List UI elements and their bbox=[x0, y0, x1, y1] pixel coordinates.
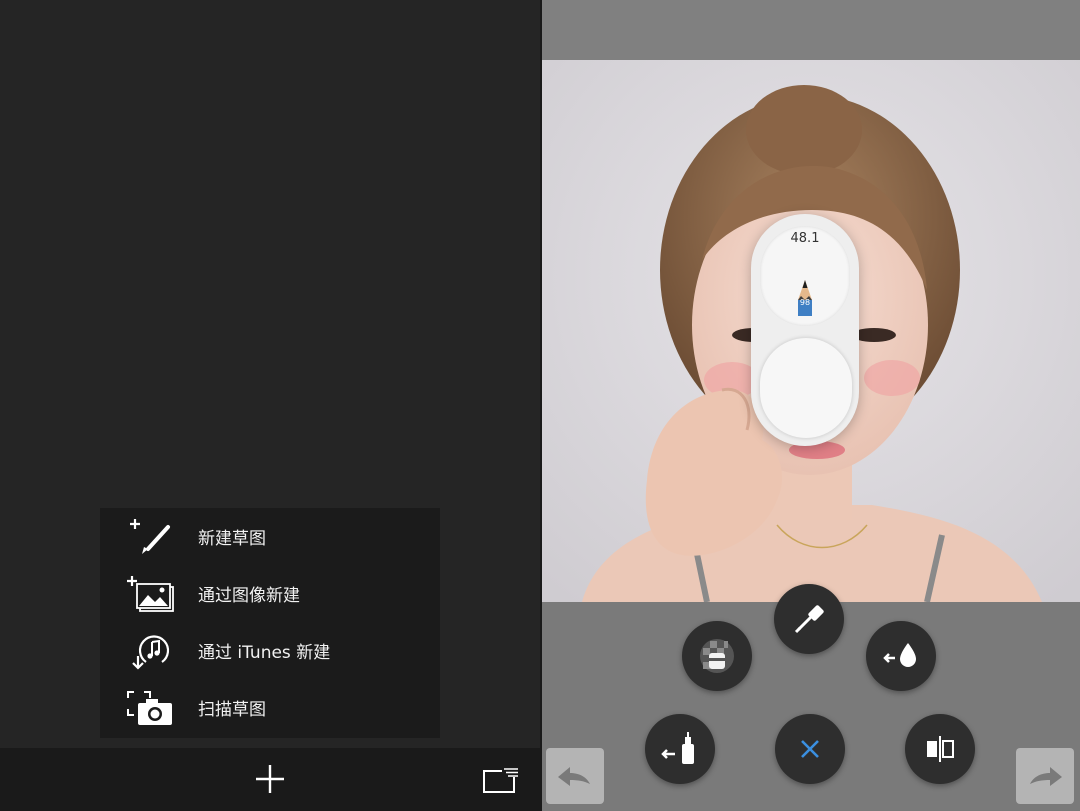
brush-opacity-value: 98 bbox=[799, 298, 811, 307]
menu-item-label: 新建草图 bbox=[198, 529, 266, 549]
symmetry-button[interactable] bbox=[905, 714, 975, 784]
gallery-icon[interactable] bbox=[480, 765, 520, 795]
eyedropper-icon bbox=[794, 605, 824, 634]
scan-sketch-icon bbox=[127, 691, 172, 725]
new-from-image-icon bbox=[127, 576, 174, 612]
fill-button[interactable] bbox=[866, 621, 936, 691]
undo-button[interactable] bbox=[546, 748, 604, 804]
bottom-toolbar bbox=[0, 748, 540, 811]
canvas-top-bar bbox=[542, 0, 1080, 60]
transparency-eraser-icon bbox=[700, 639, 734, 673]
undo-icon bbox=[558, 767, 590, 786]
brush-opacity-slider[interactable] bbox=[760, 338, 852, 438]
new-from-itunes-icon bbox=[132, 635, 170, 670]
menu-item-new-from-image[interactable]: 通过图像新建 bbox=[100, 565, 440, 622]
menu-item-label: 通过图像新建 bbox=[198, 586, 300, 606]
redo-icon bbox=[1030, 767, 1062, 786]
menu-item-scan-sketch[interactable]: 扫描草图 bbox=[100, 679, 440, 736]
right-panel: 48.1 98 bbox=[542, 0, 1080, 811]
menu-item-new-from-itunes[interactable]: 通过 iTunes 新建 bbox=[100, 622, 440, 679]
menu-item-label: 通过 iTunes 新建 bbox=[198, 643, 331, 663]
new-menu: 新建草图 通过图像新建 通过 iTunes 新建 扫描草图 bbox=[100, 508, 440, 738]
transparency-button[interactable] bbox=[682, 621, 752, 691]
fill-icon bbox=[883, 643, 916, 667]
menu-item-new-sketch[interactable]: 新建草图 bbox=[100, 508, 440, 565]
paint-bucket-icon bbox=[661, 732, 694, 764]
tool-wheel-area bbox=[542, 584, 1080, 811]
brush-size-opacity-control[interactable]: 48.1 98 bbox=[751, 214, 859, 446]
redo-button[interactable] bbox=[1016, 748, 1074, 804]
eyedropper-button[interactable] bbox=[774, 584, 844, 654]
close-button[interactable] bbox=[775, 714, 845, 784]
menu-item-label: 扫描草图 bbox=[198, 700, 266, 720]
paint-bucket-button[interactable] bbox=[645, 714, 715, 784]
close-icon bbox=[801, 740, 819, 758]
canvas-photo[interactable]: 48.1 98 bbox=[542, 60, 1080, 602]
left-panel: 新建草图 通过图像新建 通过 iTunes 新建 扫描草图 bbox=[0, 0, 540, 811]
plus-icon[interactable] bbox=[254, 763, 286, 795]
symmetry-icon bbox=[927, 736, 954, 762]
brush-size-value: 48.1 bbox=[790, 231, 820, 246]
new-sketch-icon bbox=[130, 519, 170, 554]
